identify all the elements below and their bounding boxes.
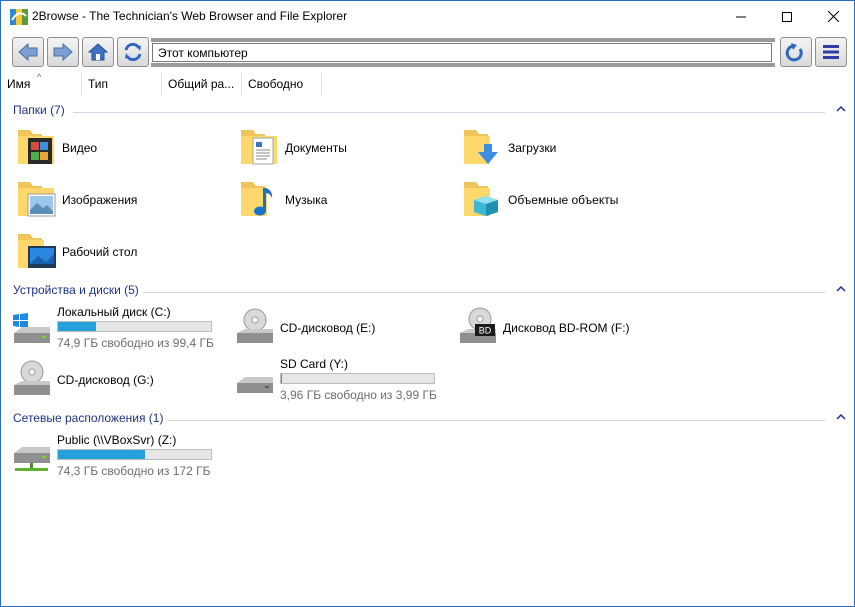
back-button[interactable] <box>12 37 44 67</box>
drive-label: Дисковод BD-ROM (F:) <box>503 321 630 335</box>
folder-item-music[interactable]: Музыка <box>239 178 449 224</box>
group-title: Папки (7) <box>13 103 65 117</box>
desktop-folder-icon <box>18 234 56 268</box>
cd-drive-icon <box>237 308 273 343</box>
network-drive-item-z[interactable]: Public (\\VBoxSvr) (Z:) 74,3 ГБ свободно… <box>11 433 226 481</box>
maximize-icon <box>782 11 792 22</box>
address-bar-frame-top <box>151 38 775 42</box>
column-header-name[interactable]: ^ Имя <box>1 73 82 95</box>
drive-label: Public (\\VBoxSvr) (Z:) <box>57 433 177 447</box>
folder-item-pictures[interactable]: Изображения <box>16 178 226 224</box>
arrow-right-icon <box>53 42 73 62</box>
column-header-label: Имя <box>7 77 31 91</box>
refresh-icon <box>124 42 142 62</box>
home-icon <box>87 43 109 61</box>
column-header-label: Общий ра... <box>168 77 235 91</box>
folder-label: Видео <box>62 141 98 155</box>
collapse-chevron-icon[interactable] <box>836 104 846 114</box>
removable-drive-icon <box>237 377 273 393</box>
cd-drive-icon <box>14 360 50 395</box>
drive-label: Локальный диск (C:) <box>57 305 171 319</box>
drive-free-space: 74,3 ГБ свободно из 172 ГБ <box>57 464 211 478</box>
group-title: Устройства и диски (5) <box>13 283 139 297</box>
folder-label: Загрузки <box>508 141 557 155</box>
folder-item-3d-objects[interactable]: Объемные объекты <box>462 178 672 224</box>
drive-item-f[interactable]: BD Дисковод BD-ROM (F:) <box>457 305 672 353</box>
folder-item-downloads[interactable]: Загрузки <box>462 126 672 172</box>
title-bar: 2Browse - The Technician's Web Browser a… <box>1 1 854 32</box>
minimize-button[interactable] <box>718 1 764 32</box>
drive-label: CD-дисковод (G:) <box>57 373 154 387</box>
app-window: 2Browse - The Technician's Web Browser a… <box>0 0 855 607</box>
folder-item-video[interactable]: Видео <box>16 126 226 172</box>
address-bar-frame-bottom <box>151 63 775 67</box>
maximize-button[interactable] <box>764 1 810 32</box>
windows-drive-icon <box>13 313 50 343</box>
drive-usage-bar <box>57 449 212 460</box>
drive-item-c[interactable]: Локальный диск (C:) 74,9 ГБ свободно из … <box>11 305 226 353</box>
column-headers: ^ Имя Тип Общий ра... Свободно <box>1 73 854 95</box>
sort-ascending-icon: ^ <box>37 73 42 82</box>
music-folder-icon <box>241 182 273 216</box>
folder-item-documents[interactable]: Документы <box>239 126 449 172</box>
bd-badge-text: BD <box>479 326 492 336</box>
network-drive-icon <box>14 447 50 471</box>
address-input[interactable] <box>152 43 772 62</box>
drive-item-e[interactable]: CD-дисковод (E:) <box>234 305 449 353</box>
minimize-icon <box>736 16 746 17</box>
drive-free-space: 3,96 ГБ свободно из 3,99 ГБ <box>280 388 437 402</box>
forward-button[interactable] <box>47 37 79 67</box>
folder-label: Рабочий стол <box>62 245 138 259</box>
folder-item-desktop[interactable]: Рабочий стол <box>16 230 226 276</box>
drive-label: CD-дисковод (E:) <box>280 321 376 335</box>
group-header-folders[interactable]: Папки (7) <box>1 103 854 121</box>
column-header-free-space[interactable]: Свободно <box>242 73 322 95</box>
documents-folder-icon <box>241 130 277 165</box>
window-title: 2Browse - The Technician's Web Browser a… <box>32 9 348 23</box>
group-divider <box>167 420 825 421</box>
arrow-left-icon <box>18 42 38 62</box>
drive-item-g[interactable]: CD-дисковод (G:) <box>11 357 226 405</box>
folder-label: Музыка <box>285 193 328 207</box>
pictures-folder-icon <box>18 182 56 217</box>
group-title: Сетевые расположения (1) <box>13 411 164 425</box>
drive-usage-bar <box>280 373 435 384</box>
group-header-network[interactable]: Сетевые расположения (1) <box>1 411 854 429</box>
video-folder-icon <box>18 130 54 164</box>
toolbar <box>1 34 854 72</box>
drive-item-y[interactable]: SD Card (Y:) 3,96 ГБ свободно из 3,99 ГБ <box>234 357 449 405</box>
folder-label: Объемные объекты <box>508 193 619 207</box>
drive-usage-fill <box>58 450 145 459</box>
folder-label: Изображения <box>62 193 138 207</box>
bd-drive-icon: BD <box>460 307 496 343</box>
drive-label: SD Card (Y:) <box>280 357 349 371</box>
app-logo-icon <box>10 9 28 25</box>
group-divider <box>73 112 825 113</box>
menu-button[interactable] <box>815 37 847 67</box>
go-button[interactable] <box>780 37 812 67</box>
refresh-button[interactable] <box>117 37 149 67</box>
group-header-devices[interactable]: Устройства и диски (5) <box>1 283 854 301</box>
downloads-folder-icon <box>464 130 498 164</box>
column-header-type[interactable]: Тип <box>82 73 162 95</box>
address-bar <box>151 38 775 68</box>
collapse-chevron-icon[interactable] <box>836 412 846 422</box>
close-icon <box>827 11 839 22</box>
drive-usage-fill <box>281 374 283 383</box>
folder-label: Документы <box>285 141 347 155</box>
group-divider <box>143 292 825 293</box>
drive-usage-bar <box>57 321 212 332</box>
drive-free-space: 74,9 ГБ свободно из 99,4 ГБ <box>57 336 214 350</box>
hamburger-menu-icon <box>823 45 839 59</box>
drive-usage-fill <box>58 322 96 331</box>
column-header-label: Свободно <box>248 77 304 91</box>
column-header-total-size[interactable]: Общий ра... <box>162 73 242 95</box>
3d-objects-folder-icon <box>464 182 498 216</box>
home-button[interactable] <box>82 37 114 67</box>
column-header-label: Тип <box>88 77 109 91</box>
collapse-chevron-icon[interactable] <box>836 284 846 294</box>
go-arrow-icon <box>785 43 803 62</box>
close-button[interactable] <box>810 1 854 32</box>
